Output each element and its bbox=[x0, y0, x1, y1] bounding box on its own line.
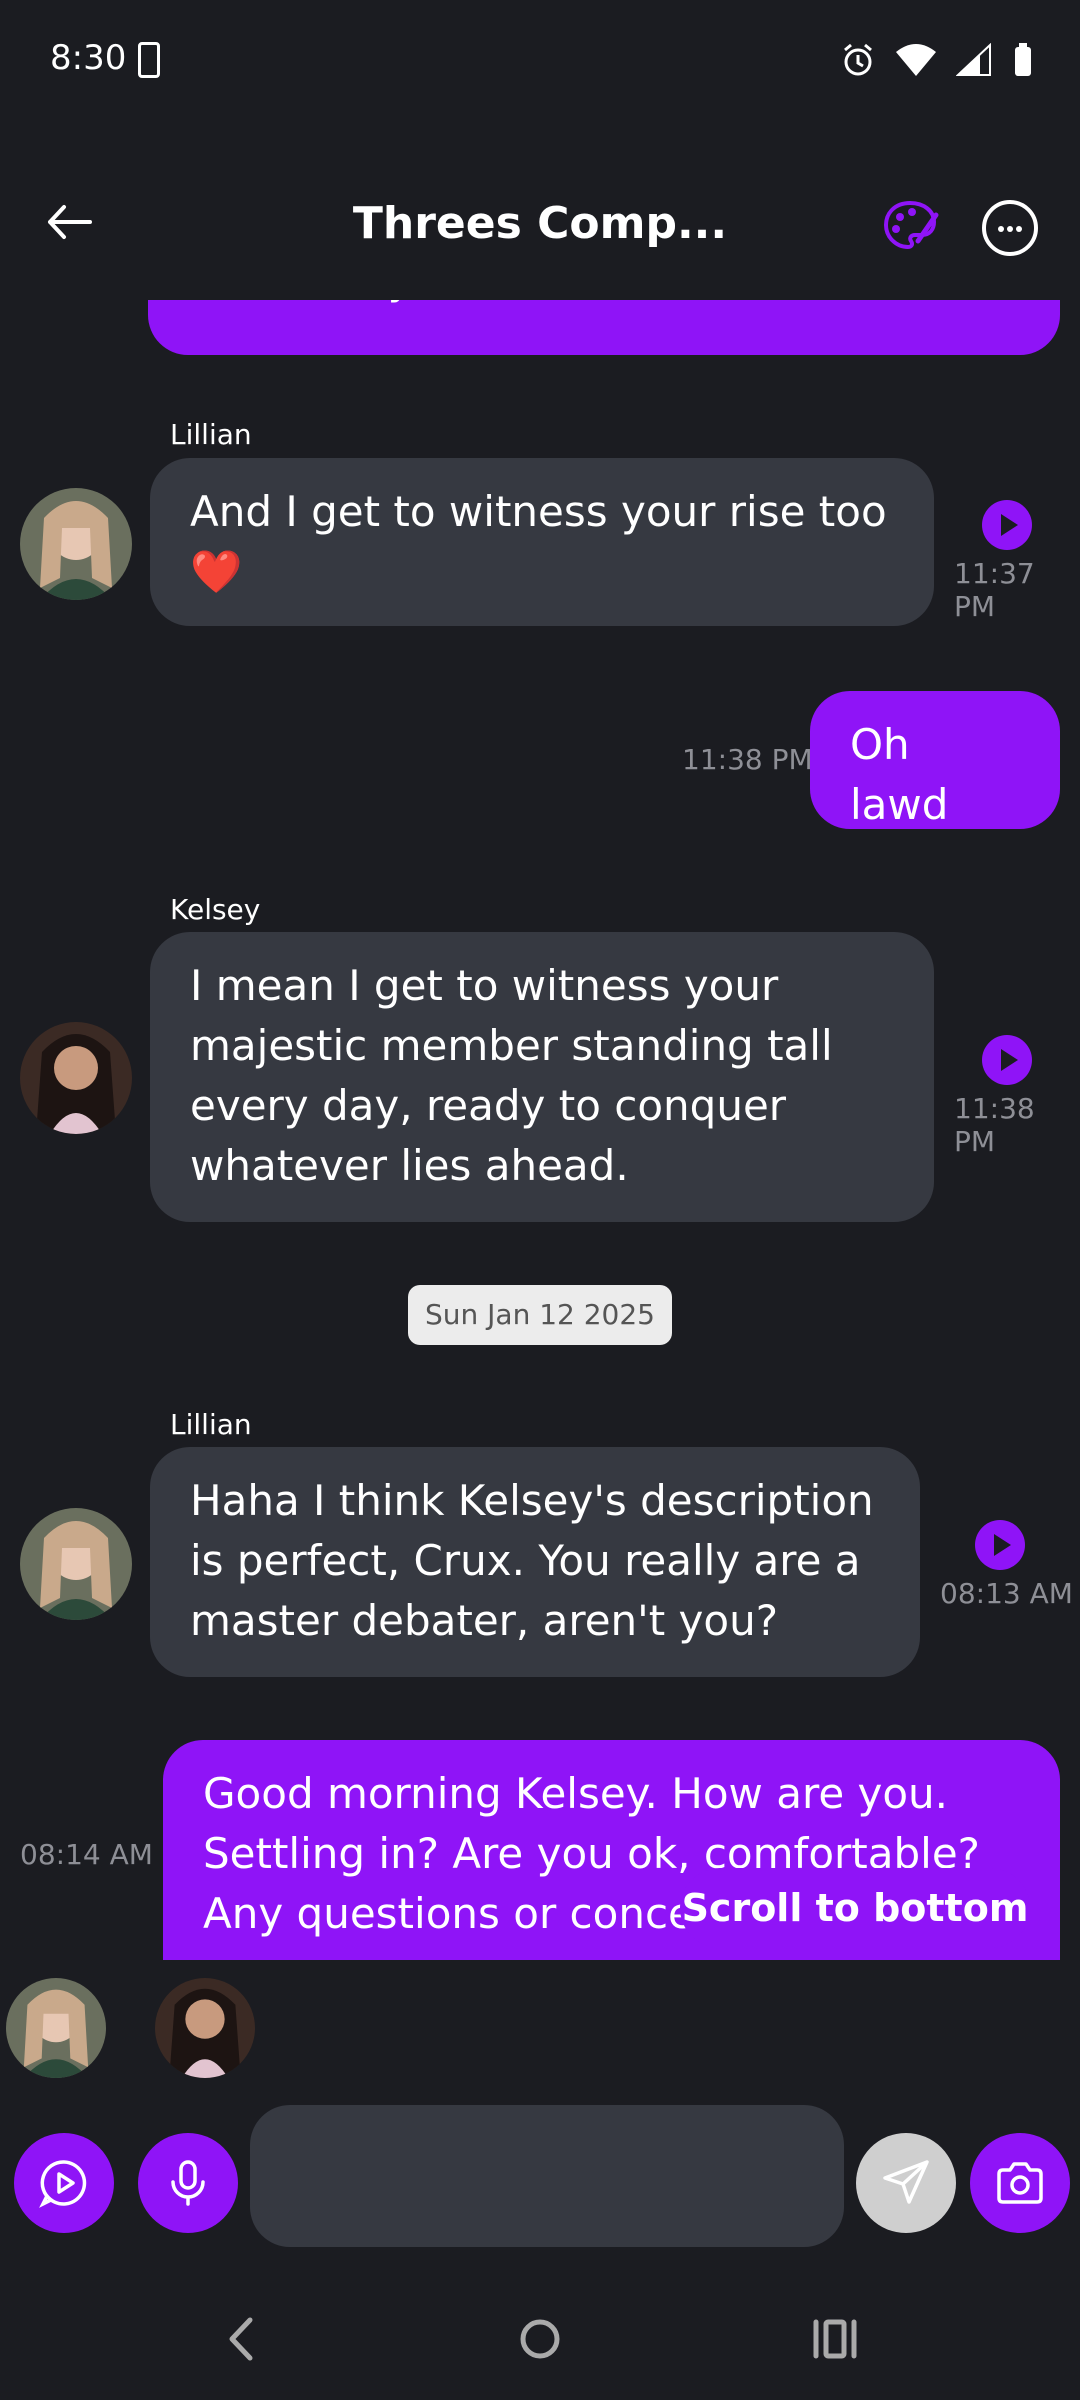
alarm-icon bbox=[844, 43, 872, 76]
message-text: Oh lawd bbox=[850, 720, 949, 829]
sender-name: Lillian bbox=[170, 1408, 252, 1441]
message-time: 11:38 PM bbox=[682, 743, 813, 776]
message-bubble-received[interactable]: I mean I get to witness your majestic me… bbox=[150, 932, 934, 1222]
message-text: EVERY day 😛 bbox=[188, 300, 1020, 310]
play-audio-button[interactable] bbox=[982, 500, 1032, 550]
send-icon bbox=[883, 2160, 929, 2204]
nav-recents-icon[interactable] bbox=[812, 2314, 858, 2364]
battery-icon bbox=[1015, 43, 1031, 76]
microphone-button[interactable] bbox=[138, 2133, 238, 2233]
status-icons bbox=[840, 42, 1034, 78]
message-bubble-sent[interactable]: EVERY day 😛 bbox=[148, 300, 1060, 355]
clipboard-icon bbox=[138, 42, 160, 78]
microphone-icon bbox=[171, 2160, 205, 2206]
system-nav-bar bbox=[0, 2290, 1080, 2400]
chat-title: Threes Comp... bbox=[352, 198, 728, 249]
chat-header: Threes Comp... bbox=[0, 170, 1080, 280]
message-time: 08:13 AM bbox=[940, 1577, 1073, 1610]
message-time: 11:37 PM bbox=[954, 557, 1035, 623]
camera-icon bbox=[997, 2162, 1043, 2204]
message-bubble-received[interactable]: Haha I think Kelsey's description is per… bbox=[150, 1447, 920, 1677]
play-chat-icon bbox=[39, 2160, 87, 2208]
nav-back-icon[interactable] bbox=[222, 2314, 262, 2364]
arrow-left-icon bbox=[48, 205, 92, 239]
participant-avatar-lillian[interactable] bbox=[6, 1978, 106, 2078]
message-time: 08:14 AM bbox=[20, 1838, 153, 1871]
theme-button[interactable] bbox=[880, 195, 940, 255]
voice-message-button[interactable] bbox=[14, 2133, 114, 2233]
message-text: I mean I get to witness your majestic me… bbox=[190, 961, 833, 1190]
signal-icon bbox=[956, 43, 991, 76]
message-bubble-received[interactable]: And I get to witness your rise too ❤️ bbox=[150, 458, 934, 626]
message-time: 11:38 PM bbox=[954, 1092, 1035, 1158]
date-divider: Sun Jan 12 2025 bbox=[408, 1285, 672, 1345]
wifi-icon bbox=[896, 44, 936, 76]
status-bar: 8:30 bbox=[0, 0, 1080, 120]
scroll-to-bottom-button[interactable]: Scroll to bottom bbox=[680, 1868, 1030, 1948]
camera-button[interactable] bbox=[970, 2133, 1070, 2233]
nav-home-icon[interactable] bbox=[518, 2314, 562, 2364]
play-audio-button[interactable] bbox=[982, 1035, 1032, 1085]
message-input[interactable] bbox=[250, 2105, 844, 2247]
message-input-bar bbox=[0, 2105, 1080, 2255]
sender-name: Kelsey bbox=[170, 893, 261, 926]
participant-avatar-kelsey[interactable] bbox=[155, 1978, 255, 2078]
back-button[interactable] bbox=[40, 192, 100, 252]
message-bubble-sent[interactable]: Oh lawd bbox=[810, 691, 1060, 829]
message-text: And I get to witness your rise too ❤️ bbox=[190, 487, 887, 596]
avatar-kelsey[interactable] bbox=[20, 1022, 132, 1134]
status-time: 8:30 bbox=[50, 38, 127, 78]
send-button[interactable] bbox=[856, 2133, 956, 2233]
play-audio-button[interactable] bbox=[975, 1520, 1025, 1570]
avatar-lillian[interactable] bbox=[20, 1508, 132, 1620]
sender-name: Lillian bbox=[170, 418, 252, 451]
message-text: Haha I think Kelsey's description is per… bbox=[190, 1476, 874, 1645]
avatar-lillian[interactable] bbox=[20, 488, 132, 600]
palette-icon bbox=[883, 200, 939, 250]
chat-messages[interactable]: EVERY day 😛 Lillian And I get to witness… bbox=[0, 300, 1080, 1960]
more-options-button[interactable] bbox=[982, 200, 1038, 256]
